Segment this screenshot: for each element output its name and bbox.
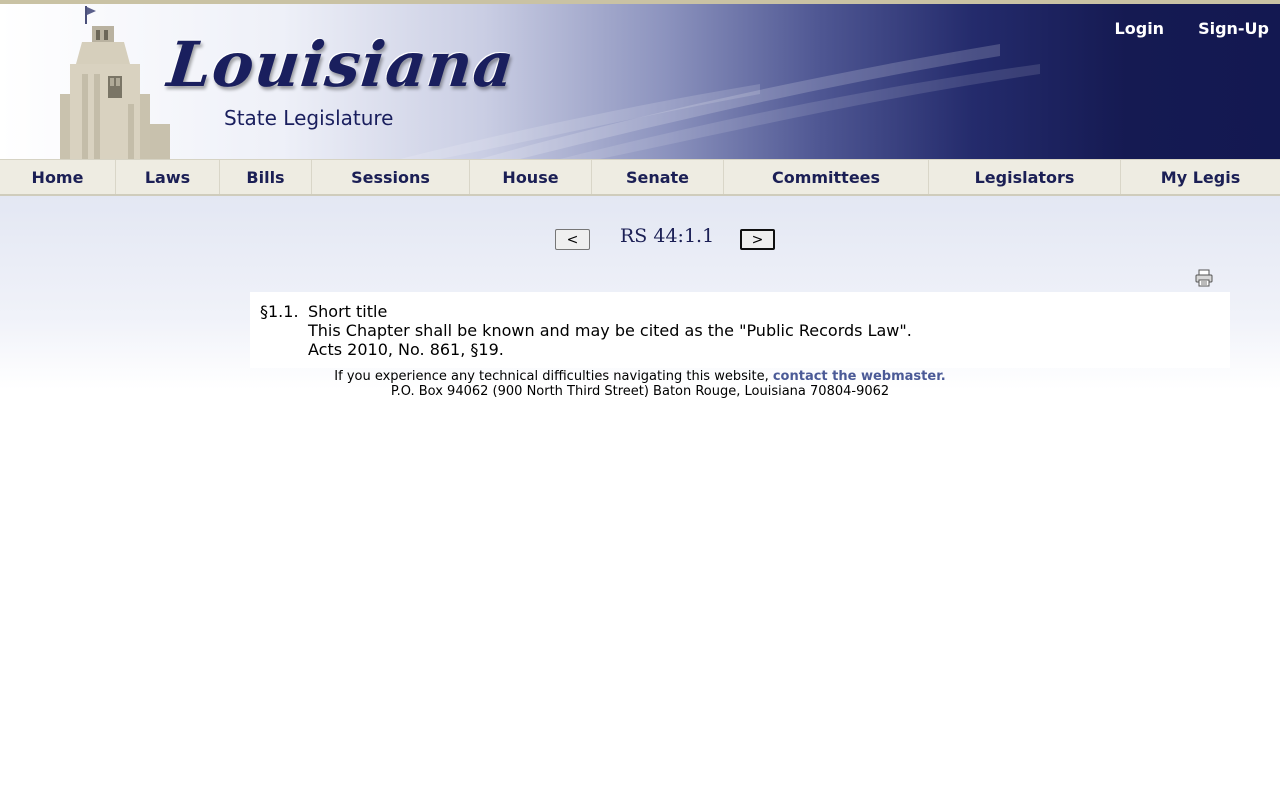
nav-item-my-legis[interactable]: My Legis xyxy=(1121,160,1280,194)
section-history: Acts 2010, No. 861, §19. xyxy=(308,340,504,359)
contact-webmaster-link[interactable]: contact the webmaster. xyxy=(773,369,946,384)
nav-item-legislators[interactable]: Legislators xyxy=(929,160,1121,194)
law-text-box: §1.1. Short title This Chapter shall be … xyxy=(250,292,1230,368)
law-section: §1.1. Short title This Chapter shall be … xyxy=(260,302,1230,359)
footer-address: P.O. Box 94062 (900 North Third Street) … xyxy=(390,384,890,399)
site-footer: If you experience any technical difficul… xyxy=(0,369,1280,399)
login-link[interactable]: Login xyxy=(1115,19,1165,38)
auth-links: Login Sign-Up xyxy=(1115,19,1269,38)
nav-item-home[interactable]: Home xyxy=(0,160,116,194)
main-nav: Home Laws Bills Sessions House Senate Co… xyxy=(0,159,1280,196)
header-banner: Louisiana State Legislature Login Sign-U… xyxy=(0,0,1280,159)
nav-item-sessions[interactable]: Sessions xyxy=(312,160,470,194)
nav-item-bills[interactable]: Bills xyxy=(220,160,312,194)
footer-help-text: If you experience any technical difficul… xyxy=(334,369,773,384)
nav-item-laws[interactable]: Laws xyxy=(116,160,220,194)
logo-title: Louisiana xyxy=(164,28,519,101)
statute-pager: < RS 44:1.1 > xyxy=(0,225,1280,250)
next-section-button[interactable]: > xyxy=(740,229,775,250)
content-area: < RS 44:1.1 > §1.1. Short title This Cha… xyxy=(0,196,1280,800)
section-body: Short title This Chapter shall be known … xyxy=(308,302,912,359)
print-icon[interactable] xyxy=(1195,269,1213,287)
nav-item-senate[interactable]: Senate xyxy=(592,160,724,194)
section-number: §1.1. xyxy=(260,302,299,321)
section-title: Short title xyxy=(308,302,388,321)
signup-link[interactable]: Sign-Up xyxy=(1198,19,1269,38)
capitol-tower-image xyxy=(60,6,170,159)
section-text: This Chapter shall be known and may be c… xyxy=(308,321,912,340)
previous-section-button[interactable]: < xyxy=(555,229,590,250)
statute-citation-title: RS 44:1.1 xyxy=(620,225,715,247)
footer-help-line: If you experience any technical difficul… xyxy=(0,369,1280,384)
nav-item-house[interactable]: House xyxy=(470,160,592,194)
nav-item-committees[interactable]: Committees xyxy=(724,160,929,194)
logo-subtitle: State Legislature xyxy=(224,106,394,130)
